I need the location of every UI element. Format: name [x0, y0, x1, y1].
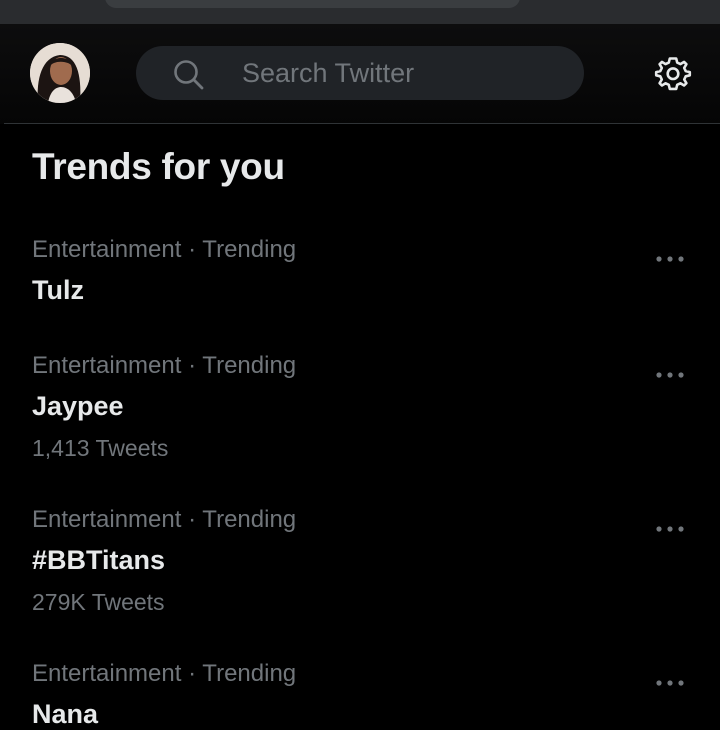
trend-name[interactable]: Jaypee [32, 390, 124, 422]
browser-top-bar [0, 0, 720, 24]
address-bar[interactable] [105, 0, 520, 8]
more-horizontal-icon[interactable] [650, 238, 690, 262]
avatar-image [30, 43, 90, 103]
trend-category: Entertainment · Trending [32, 506, 297, 533]
trend-tweet-count: 1,413 Tweets [32, 435, 169, 461]
page-title: Trends for you [32, 146, 285, 187]
gear-icon[interactable] [654, 54, 692, 92]
profile-avatar[interactable] [30, 43, 90, 103]
search-icon [174, 60, 204, 90]
trend-name[interactable]: Tulz [32, 274, 84, 306]
trend-tweet-count: 279K Tweets [32, 589, 165, 615]
trend-category: Entertainment · Trending [32, 352, 297, 379]
more-horizontal-icon[interactable] [650, 508, 690, 532]
more-horizontal-icon[interactable] [650, 354, 690, 378]
header-divider [4, 123, 720, 124]
trend-category: Entertainment · Trending [32, 236, 297, 263]
trend-name[interactable]: #BBTitans [32, 544, 165, 576]
more-horizontal-icon[interactable] [650, 662, 690, 686]
search-bar[interactable]: Search Twitter [136, 46, 584, 100]
search-input[interactable]: Search Twitter [242, 58, 414, 88]
trend-name[interactable]: Nana [32, 698, 98, 730]
trend-category: Entertainment · Trending [32, 660, 297, 687]
